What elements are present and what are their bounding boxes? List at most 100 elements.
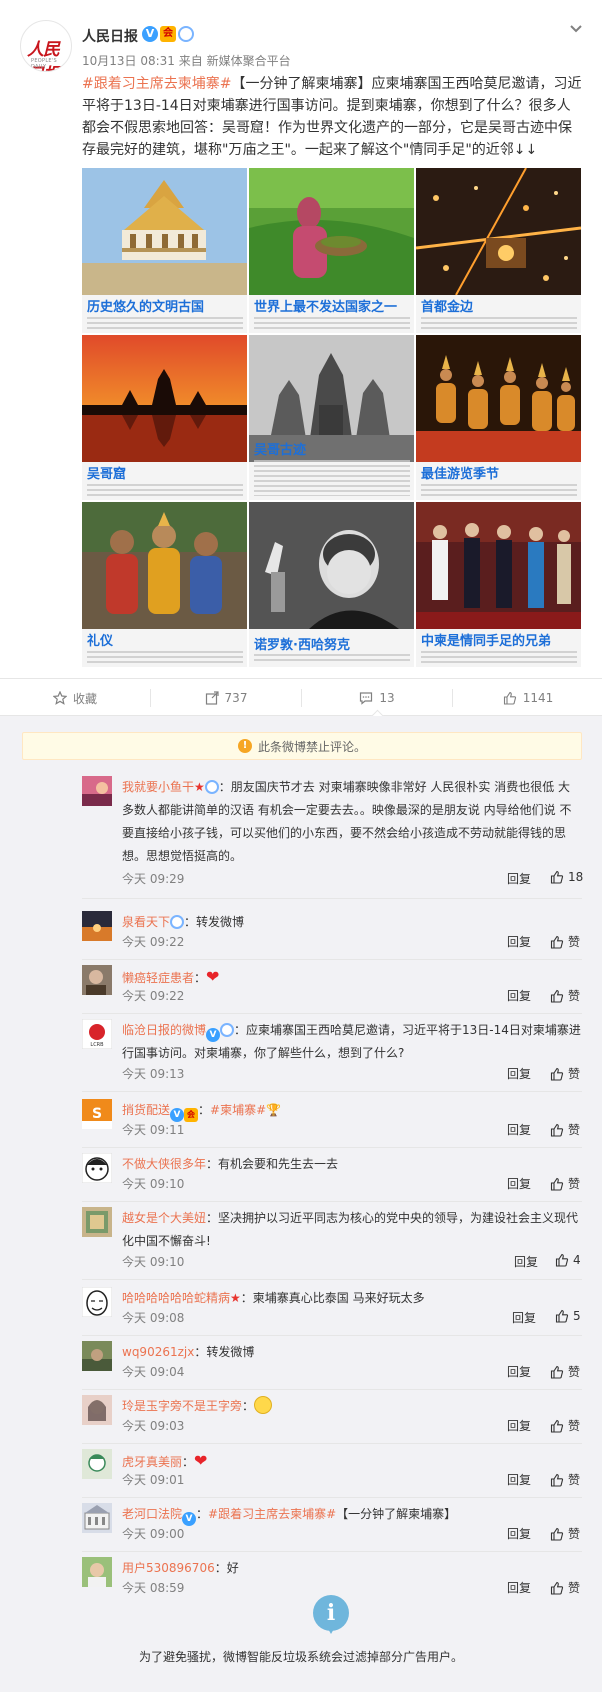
commenter-avatar[interactable]: [82, 1503, 112, 1533]
reply-button[interactable]: 回复: [507, 1065, 531, 1082]
comment-text: 用户530896706：好: [122, 1557, 582, 1580]
reply-button[interactable]: 回复: [507, 1417, 531, 1434]
comment-divider: [82, 1443, 582, 1444]
comment-icon: [360, 692, 373, 705]
comment-like-button[interactable]: 赞: [550, 1175, 580, 1192]
warning-icon: !: [237, 739, 252, 753]
like-button[interactable]: 1141: [453, 679, 602, 717]
club-badge-icon: 会: [184, 1108, 199, 1122]
commenter-avatar[interactable]: [82, 1395, 112, 1425]
comment-like-button[interactable]: 赞: [550, 1471, 580, 1488]
commenter-avatar[interactable]: LCRB: [82, 1019, 112, 1049]
commenter-avatar[interactable]: [82, 1287, 112, 1317]
image-tile-6[interactable]: 最佳游览季节: [416, 335, 581, 500]
image-tile-1[interactable]: 历史悠久的文明古国: [82, 168, 247, 333]
comment-text: 不做大侠很多年：有机会要和先生去一去: [122, 1153, 582, 1176]
commenter-name[interactable]: 玲是玉字旁不是王字旁: [122, 1399, 242, 1413]
author-name[interactable]: 人民日报: [82, 26, 138, 46]
comment-like-button[interactable]: 赞: [550, 1363, 580, 1380]
commenter-name[interactable]: 不做大侠很多年: [122, 1157, 206, 1171]
image-tile-8[interactable]: 诺罗敦·西哈努克: [249, 502, 414, 667]
comment-like-count: 赞: [568, 1581, 581, 1595]
comment-like-button[interactable]: 5: [555, 1309, 581, 1323]
commenter-avatar[interactable]: [82, 1557, 112, 1587]
commenter-name[interactable]: 哈哈哈哈哈哈蛇精病: [122, 1291, 230, 1305]
commenter-name[interactable]: 捎货配送: [122, 1103, 170, 1117]
commenter-name[interactable]: 临沧日报的微博: [122, 1023, 206, 1037]
comment-time: 今天 09:22: [122, 989, 185, 1003]
comment-like-button[interactable]: 赞: [550, 1417, 580, 1434]
reply-button[interactable]: 回复: [507, 933, 531, 950]
reply-button[interactable]: 回复: [514, 1253, 538, 1270]
reply-button[interactable]: 回复: [507, 1363, 531, 1380]
favorite-button[interactable]: 收藏: [0, 679, 150, 717]
verified-icon: V: [142, 26, 158, 42]
commenter-avatar[interactable]: [82, 1153, 112, 1183]
commenter-avatar[interactable]: [82, 776, 112, 806]
comment-like-button[interactable]: 赞: [550, 1121, 580, 1138]
comment-text: 临沧日报的微博 V ：应柬埔寨国王西哈莫尼邀请，习近平将于13日-14日对柬埔寨进行…: [122, 1019, 582, 1065]
comment-like-count: 赞: [568, 1527, 581, 1541]
thumbs-up-icon: [550, 1365, 564, 1379]
comment-topic-link[interactable]: #跟着习主席去柬埔寨#: [208, 1507, 336, 1521]
reply-button[interactable]: 回复: [507, 987, 531, 1004]
comment-like-button[interactable]: 赞: [550, 1525, 580, 1542]
author-avatar[interactable]: 人民日报 PEOPLE'S DAILY: [20, 20, 72, 72]
chevron-down-icon[interactable]: [568, 20, 584, 36]
comment-content: ：好: [214, 1561, 239, 1575]
comment-like-button[interactable]: 赞: [550, 933, 580, 950]
reply-button[interactable]: 回复: [507, 870, 531, 887]
commenter-avatar[interactable]: [82, 1207, 112, 1237]
commenter-avatar[interactable]: [82, 1341, 112, 1371]
commenter-name[interactable]: 用户530896706: [122, 1561, 215, 1575]
reply-button[interactable]: 回复: [507, 1175, 531, 1192]
thumbs-up-icon: [555, 1253, 569, 1267]
commenter-name[interactable]: 虎牙真美丽: [122, 1455, 182, 1469]
image-tile-2[interactable]: 世界上最不发达国家之一: [249, 168, 414, 333]
comment-content: ：: [182, 1455, 195, 1469]
reply-button[interactable]: 回复: [507, 1525, 531, 1542]
commenter-name[interactable]: 我就要小鱼干: [122, 780, 194, 794]
commenter-name[interactable]: 越女是个大美妞: [122, 1211, 206, 1225]
reply-button[interactable]: 回复: [507, 1471, 531, 1488]
image-tile-5[interactable]: 吴哥古迹: [249, 335, 414, 500]
commenter-avatar[interactable]: [82, 965, 112, 995]
comment-topic-link[interactable]: #柬埔寨#: [210, 1103, 266, 1117]
post-action-bar: 收藏 737 13 1141: [0, 678, 602, 716]
post-topic-link[interactable]: #跟着习主席去柬埔寨#: [82, 76, 231, 92]
comment-time: 今天 09:03: [122, 1419, 185, 1433]
commenter-name[interactable]: 懒癌轻症患者: [122, 971, 194, 985]
repost-button[interactable]: 737: [151, 679, 301, 717]
image-tile-7[interactable]: 礼仪: [82, 502, 247, 667]
comment-like-button[interactable]: 赞: [550, 987, 580, 1004]
comment-like-button[interactable]: 4: [555, 1253, 581, 1267]
comment-like-count: 赞: [568, 1473, 581, 1487]
image-tile-3[interactable]: 首都金边: [416, 168, 581, 333]
comment-like-button[interactable]: 赞: [550, 1065, 580, 1082]
commenter-avatar[interactable]: S: [82, 1099, 112, 1129]
image-tile-4[interactable]: 吴哥窟: [82, 335, 247, 500]
comment-like-count: 5: [573, 1309, 581, 1323]
comment-time: 今天 09:00: [122, 1527, 185, 1541]
comment-like-button[interactable]: 18: [550, 870, 583, 884]
svg-text:S: S: [92, 1106, 102, 1122]
commenter-name[interactable]: 老河口法院: [122, 1507, 182, 1521]
commenter-name[interactable]: 泉看天下: [122, 915, 170, 929]
image-tile-9[interactable]: 中柬是情同手足的兄弟: [416, 502, 581, 667]
reply-button[interactable]: 回复: [507, 1121, 531, 1138]
comment-like-button[interactable]: 赞: [550, 1579, 580, 1596]
comment-content: ：有机会要和先生去一去: [206, 1157, 339, 1171]
thumbs-up-icon: [550, 1581, 564, 1595]
commenter-avatar[interactable]: [82, 1449, 112, 1479]
comment-button[interactable]: 13: [302, 679, 452, 717]
reply-button[interactable]: 回复: [512, 1309, 536, 1326]
comment-divider: [82, 1201, 582, 1202]
reply-button[interactable]: 回复: [507, 1579, 531, 1596]
comment-like-count: 赞: [568, 935, 581, 949]
comment-content: ：: [196, 1507, 209, 1521]
commenter-avatar[interactable]: [82, 911, 112, 941]
thumbs-up-icon: [550, 935, 564, 949]
comment-divider: [82, 898, 582, 899]
info-icon: i: [313, 1595, 349, 1634]
commenter-name[interactable]: wq90261zjx: [122, 1345, 194, 1359]
